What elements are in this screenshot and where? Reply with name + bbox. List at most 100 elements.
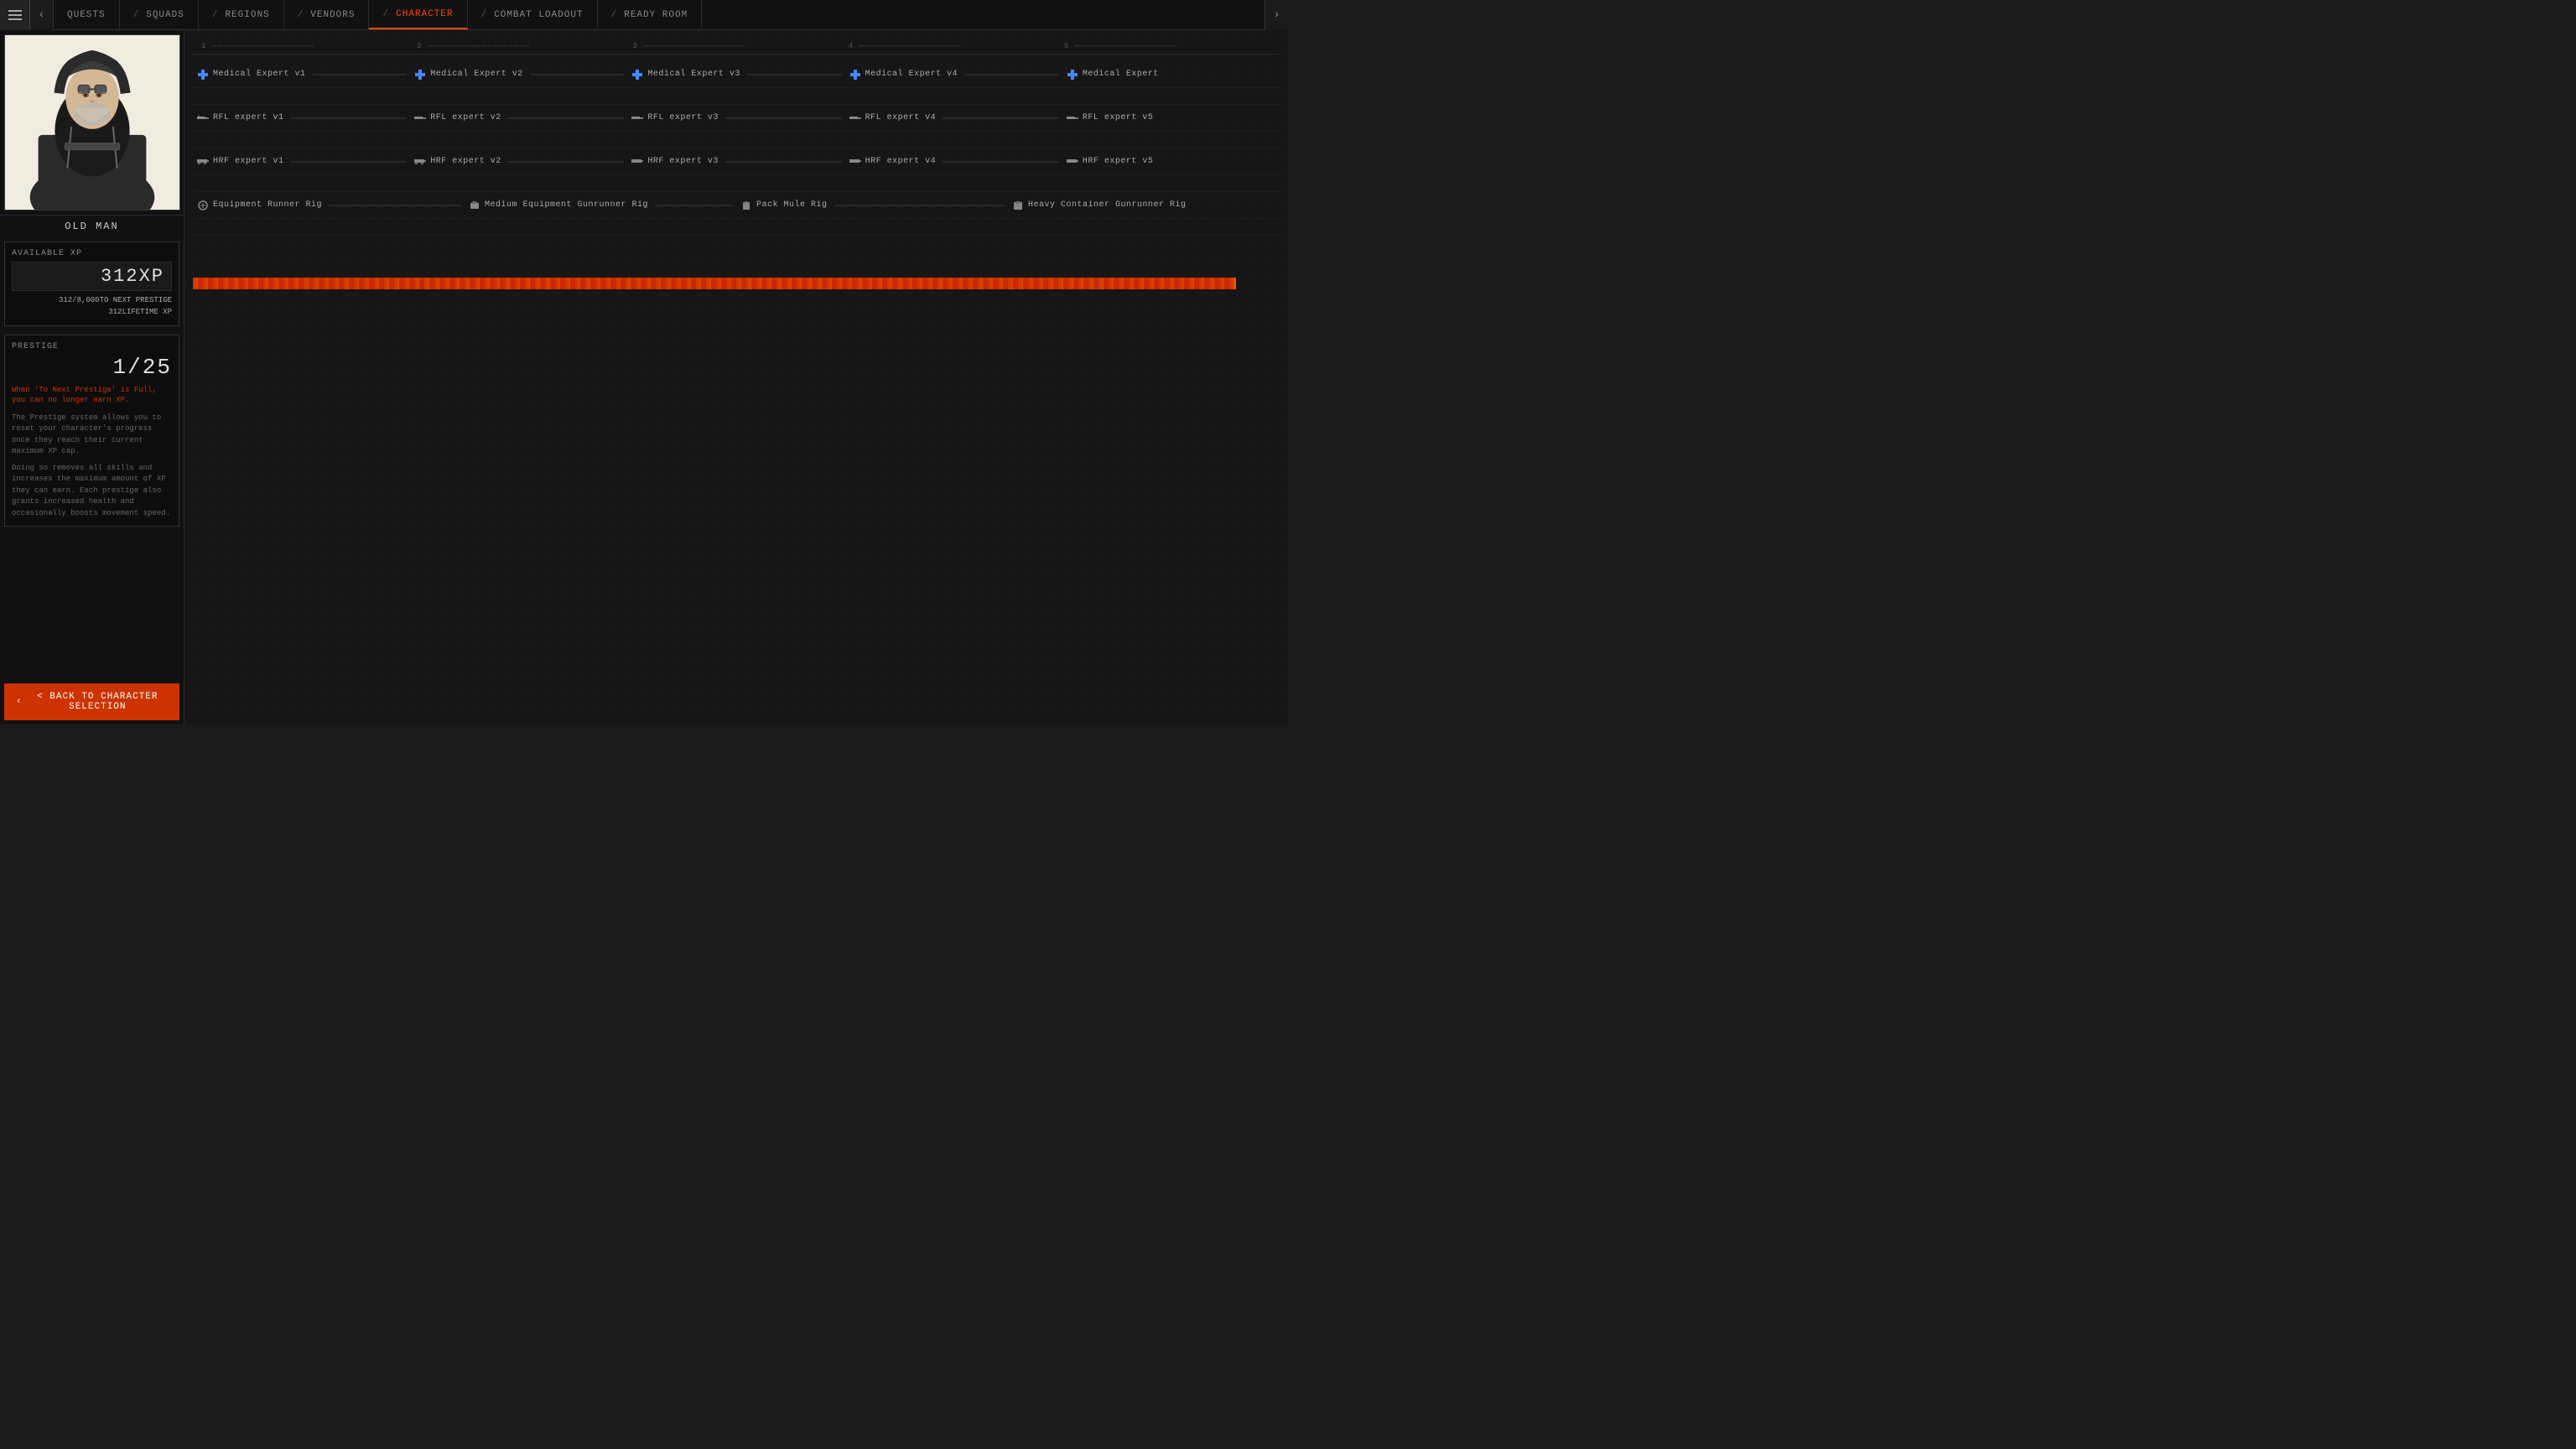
skill-heavy-container-gunrunner[interactable]: Heavy Container Gunrunner Rig (1008, 199, 1280, 212)
tier-4-label: 4 ——————————————————— (849, 42, 1064, 50)
nav-next-button[interactable]: › (1265, 0, 1288, 30)
skill-bar-pack-mule (834, 205, 1005, 206)
skill-rfl-v4[interactable]: RFL expert v4 (845, 112, 1062, 125)
nav-combat-loadout-label: COMBAT LOADOUT (494, 10, 583, 20)
nav-item-combat-loadout[interactable]: / COMBAT LOADOUT (468, 0, 598, 29)
skill-medical-v2[interactable]: Medical Expert v2 (410, 68, 627, 81)
hrf-icon-v2 (413, 155, 427, 169)
skill-bar-rfl-v4 (943, 117, 1059, 119)
skill-name-hrf-v5: HRF expert v5 (1083, 157, 1154, 166)
hrf-icon-v3 (631, 155, 644, 169)
hrf-icon-v1 (196, 155, 210, 169)
medical-icon-v5 (1066, 68, 1079, 81)
skill-name-hrf-v4: HRF expert v4 (865, 157, 937, 166)
skill-medical-v3[interactable]: Medical Expert v3 (627, 68, 844, 81)
back-to-character-selection-button[interactable]: ‹ < BACK TO CHARACTER SELECTION (4, 683, 179, 720)
spacer-3 (193, 175, 1280, 192)
nav-item-quests[interactable]: QUESTS (54, 0, 120, 29)
skill-hrf-v2[interactable]: HRF expert v2 (410, 155, 627, 169)
skill-medical-v5[interactable]: Medical Expert (1062, 68, 1280, 81)
skill-bar-equipment-runner (329, 205, 461, 206)
skill-rfl-v2[interactable]: RFL expert v2 (410, 112, 627, 125)
rifle-icon-v1 (196, 112, 210, 125)
medical-expert-row: Medical Expert v1 Medical Expert v2 Medi… (193, 61, 1280, 88)
nav-squads-label: SQUADS (146, 10, 184, 20)
skill-hrf-v4[interactable]: HRF expert v4 (845, 155, 1062, 169)
rifle-icon-v2 (413, 112, 427, 125)
nav-item-ready-room[interactable]: / READY ROOM (598, 0, 703, 29)
skill-medium-gunrunner-rig[interactable]: Medium Equipment Gunrunner Rig (465, 199, 736, 212)
xp-available-label: AVAILABLE XP (12, 249, 172, 258)
skill-medical-v4[interactable]: Medical Expert v4 (845, 68, 1062, 81)
skill-rfl-v1[interactable]: RFL expert v1 (193, 112, 410, 125)
skill-bar-rfl-v2 (508, 117, 625, 119)
nav-character-label: CHARACTER (396, 9, 453, 19)
skill-bar-medium-gunrunner (655, 205, 733, 206)
skill-name-medium-gunrunner-rig: Medium Equipment Gunrunner Rig (485, 200, 648, 210)
prestige-desc-2: Doing so removes all skills and increase… (12, 463, 172, 520)
rfl-expert-row: RFL expert v1 RFL expert v2 RFL expert v… (193, 105, 1280, 132)
to-next-prestige-label: TO NEXT PRESTIGE (100, 294, 172, 306)
skill-rfl-v3[interactable]: RFL expert v3 (627, 112, 844, 125)
nav-bar: ‹ QUESTS / SQUADS / REGIONS / VENDORS / … (0, 0, 1288, 30)
prestige-warning: When 'To Next Prestige' is Full, you can… (12, 385, 172, 406)
spacer-1 (193, 88, 1280, 105)
medical-icon-v3 (631, 68, 644, 81)
skill-equipment-runner-rig[interactable]: Equipment Runner Rig (193, 199, 465, 212)
prestige-desc-1: The Prestige system allows you to reset … (12, 413, 172, 458)
nav-prev-button[interactable]: ‹ (30, 0, 54, 30)
tier-header: 1 ——————————————————— 2 ————————————————… (193, 39, 1280, 55)
skill-rfl-v5[interactable]: RFL expert v5 (1062, 112, 1280, 125)
skill-name-heavy-container-gunrunner: Heavy Container Gunrunner Rig (1028, 200, 1187, 210)
xp-progress-container (193, 278, 1280, 289)
prestige-label: PRESTIGE (12, 342, 172, 351)
skill-name-medical-v3: Medical Expert v3 (647, 70, 740, 79)
nav-item-vendors[interactable]: / VENDORS (284, 0, 370, 29)
prestige-panel: PRESTIGE 1/25 When 'To Next Prestige' is… (4, 335, 179, 527)
rig-icon-1 (196, 199, 210, 212)
nav-vendors-label: VENDORS (310, 10, 355, 20)
skill-bar-medical-v1 (313, 74, 408, 75)
hamburger-icon (8, 10, 22, 20)
skill-hrf-v3[interactable]: HRF expert v3 (627, 155, 844, 169)
character-name: OLD MAN (0, 215, 184, 237)
medical-icon (196, 68, 210, 81)
nav-ready-room-label: READY ROOM (624, 10, 688, 20)
rig-icon-2 (468, 199, 481, 212)
skill-name-rfl-v2: RFL expert v2 (430, 113, 501, 122)
medical-icon-v2 (413, 68, 427, 81)
skill-name-rfl-v3: RFL expert v3 (647, 113, 719, 122)
rifle-icon-v3 (631, 112, 644, 125)
skill-bar-rfl-v3 (725, 117, 842, 119)
nav-item-character[interactable]: / CHARACTER (369, 0, 467, 29)
xp-value: 312XP (12, 262, 172, 291)
skill-name-hrf-v3: HRF expert v3 (647, 157, 719, 166)
tier-5-label: 5 ——————————————————— (1064, 42, 1280, 50)
nav-regions-label: REGIONS (225, 10, 269, 20)
nav-item-regions[interactable]: / REGIONS (199, 0, 284, 29)
skill-medical-v1[interactable]: Medical Expert v1 (193, 68, 410, 81)
left-panel: OLD MAN AVAILABLE XP 312XP TO NEXT PREST… (0, 30, 184, 724)
spacer-2 (193, 132, 1280, 148)
skill-hrf-v1[interactable]: HRF expert v1 (193, 155, 410, 169)
skill-bar-medical-v2 (530, 74, 625, 75)
character-illustration (5, 35, 179, 210)
tier-3-label: 3 ——————————————————— (632, 42, 848, 50)
to-next-prestige-value: 312/8,000 (59, 294, 100, 306)
skill-bar-rfl-v1 (291, 117, 408, 119)
skill-pack-mule-rig[interactable]: Pack Mule Rig (736, 199, 1008, 212)
skill-bar-medical-v3 (747, 74, 842, 75)
spacer-4 (193, 219, 1280, 236)
tier-1-label: 1 ——————————————————— (193, 42, 417, 50)
skill-name-rfl-v5: RFL expert v5 (1083, 113, 1154, 122)
nav-item-squads[interactable]: / SQUADS (120, 0, 199, 29)
menu-button[interactable] (0, 0, 30, 30)
medical-icon-v4 (849, 68, 862, 81)
back-arrow-icon: ‹ (16, 697, 23, 707)
skill-name-medical-v5: Medical Expert (1083, 70, 1159, 79)
skill-hrf-v5[interactable]: HRF expert v5 (1062, 155, 1280, 169)
tier-2-label: 2 ——————————————————— (417, 42, 632, 50)
back-button-label: < BACK TO CHARACTER SELECTION (28, 692, 168, 712)
skill-name-medical-v4: Medical Expert v4 (865, 70, 958, 79)
nav-items: QUESTS / SQUADS / REGIONS / VENDORS / CH… (54, 0, 1265, 29)
